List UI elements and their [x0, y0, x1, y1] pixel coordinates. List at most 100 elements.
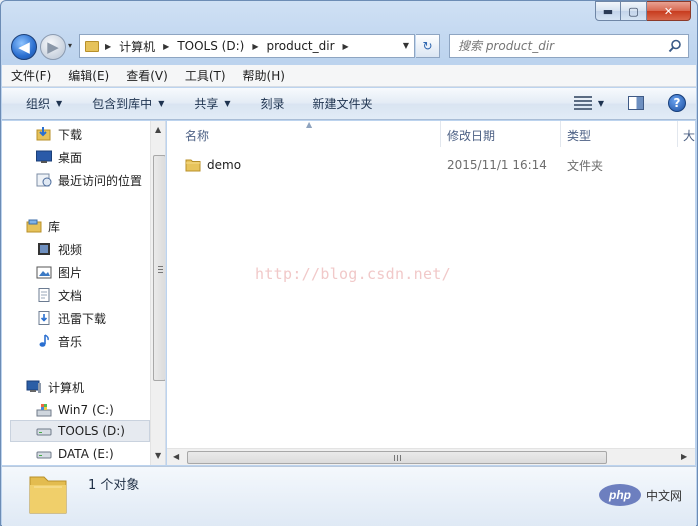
- column-divider[interactable]: [677, 121, 678, 147]
- folder-icon: [85, 40, 99, 52]
- organize-button[interactable]: 组织 ▼: [2, 95, 74, 112]
- search-box[interactable]: [449, 34, 689, 58]
- nav-item-win7-drive[interactable]: Win7 (C:): [36, 399, 165, 421]
- nav-item-label: 最近访问的位置: [58, 173, 143, 188]
- nav-item-videos[interactable]: 视频: [36, 238, 165, 260]
- scroll-thumb[interactable]: [153, 155, 165, 381]
- music-library-icon: [36, 334, 52, 348]
- search-icon[interactable]: [668, 39, 682, 53]
- thunder-download-icon: [36, 311, 52, 325]
- burn-button[interactable]: 刻录: [243, 95, 297, 112]
- video-library-icon: [36, 242, 52, 256]
- include-in-library-button[interactable]: 包含到库中 ▼: [74, 95, 176, 112]
- nav-item-documents[interactable]: 文档: [36, 284, 165, 306]
- change-view-icon[interactable]: [573, 96, 592, 110]
- nav-item-recent-places[interactable]: 最近访问的位置: [36, 169, 165, 191]
- site-label: 中文网: [646, 489, 683, 503]
- table-row[interactable]: demo 2015/11/1 16:14 文件夹: [185, 155, 665, 175]
- nav-item-label: 文档: [58, 288, 83, 303]
- column-divider[interactable]: [560, 121, 561, 147]
- column-divider[interactable]: [440, 121, 441, 147]
- folder-icon: [29, 476, 67, 514]
- nav-item-computer[interactable]: 计算机: [26, 376, 165, 398]
- back-button[interactable]: ◀: [11, 34, 37, 60]
- nav-item-pictures[interactable]: 图片: [36, 261, 165, 283]
- column-name[interactable]: 名称: [185, 127, 209, 144]
- menu-file[interactable]: 文件(F): [2, 67, 59, 84]
- organize-label: 组织: [26, 97, 51, 111]
- column-size[interactable]: 大: [683, 127, 695, 144]
- address-bar[interactable]: ▶ 计算机 ▶ TOOLS (D:) ▶ product_dir ▶ ▼: [79, 34, 415, 58]
- nav-item-label: 桌面: [58, 150, 83, 165]
- breadcrumb-separator[interactable]: ▶: [105, 42, 111, 51]
- nav-item-desktop[interactable]: 桌面: [36, 146, 165, 168]
- watermark: http://blog.csdn.net/: [255, 265, 451, 283]
- grip-icon: [394, 455, 401, 461]
- menu-view[interactable]: 查看(V): [117, 67, 176, 84]
- nav-item-label: Win7 (C:): [58, 403, 114, 417]
- recent-pages-dropdown[interactable]: ▾: [68, 41, 72, 50]
- column-modified[interactable]: 修改日期: [447, 127, 495, 144]
- explorer-window: ▬ ▢ ✕ ◀ ▶ ▾ ▶ 计算机 ▶ TOOLS (D:) ▶ product…: [0, 0, 698, 526]
- nav-item-data-drive[interactable]: DATA (E:): [36, 443, 165, 465]
- nav-vertical-scrollbar[interactable]: ▲ ▼: [150, 121, 165, 465]
- preview-pane-icon[interactable]: [628, 96, 644, 110]
- share-button[interactable]: 共享 ▼: [176, 95, 242, 112]
- new-folder-button[interactable]: 新建文件夹: [297, 95, 385, 112]
- close-button[interactable]: ✕: [647, 1, 691, 21]
- menu-edit[interactable]: 编辑(E): [59, 67, 117, 84]
- nav-item-label: DATA (E:): [58, 447, 114, 461]
- scroll-right-icon[interactable]: ▶: [681, 452, 687, 461]
- php-logo-badge: php: [599, 484, 641, 506]
- scroll-up-icon[interactable]: ▲: [155, 125, 161, 134]
- minimize-button[interactable]: ▬: [595, 1, 621, 21]
- item-count: 1 个对象: [88, 478, 140, 493]
- scroll-down-icon[interactable]: ▼: [155, 451, 161, 460]
- share-label: 共享: [194, 97, 219, 111]
- nav-item-music[interactable]: 音乐: [36, 330, 165, 352]
- breadcrumb-separator[interactable]: ▶: [252, 42, 258, 51]
- nav-item-tools-drive[interactable]: TOOLS (D:): [10, 420, 150, 442]
- breadcrumb-tools-drive[interactable]: TOOLS (D:): [177, 39, 244, 53]
- nav-item-thunder-download[interactable]: 迅雷下载: [36, 307, 165, 329]
- chevron-down-icon: ▼: [224, 99, 231, 108]
- sort-ascending-icon: ▲: [306, 120, 313, 129]
- breadcrumb-computer[interactable]: 计算机: [119, 38, 155, 55]
- search-input[interactable]: [458, 39, 658, 53]
- nav-item-label: 视频: [58, 242, 83, 257]
- file-type: 文件夹: [567, 158, 604, 173]
- nav-item-label: 图片: [58, 265, 83, 280]
- new-folder-label: 新建文件夹: [312, 97, 373, 111]
- nav-item-label: 库: [48, 219, 61, 234]
- maximize-button[interactable]: ▢: [621, 1, 647, 21]
- forward-button[interactable]: ▶: [40, 34, 66, 60]
- nav-item-downloads[interactable]: 下载: [36, 123, 165, 145]
- pictures-library-icon: [36, 265, 52, 279]
- file-horizontal-scrollbar[interactable]: ◀ ▶: [167, 448, 695, 465]
- scroll-left-icon[interactable]: ◀: [173, 452, 179, 461]
- grip-icon: [158, 266, 163, 275]
- refresh-button[interactable]: ↻: [416, 34, 440, 58]
- breadcrumb-product-dir[interactable]: product_dir: [266, 39, 334, 53]
- file-name: demo: [207, 158, 242, 172]
- help-icon[interactable]: ?: [668, 94, 686, 112]
- menu-tools[interactable]: 工具(T): [176, 67, 234, 84]
- include-in-library-label: 包含到库中: [92, 97, 153, 111]
- scroll-thumb[interactable]: [187, 451, 607, 464]
- file-list-pane: ▲ 名称 修改日期 类型 大 demo 2015/11/1 16:14 文件夹 …: [167, 120, 695, 465]
- menu-help[interactable]: 帮助(H): [234, 67, 293, 84]
- computer-icon: [26, 380, 42, 394]
- folder-icon: [185, 159, 201, 172]
- desktop-icon: [36, 150, 52, 164]
- recent-places-icon: [36, 173, 52, 187]
- address-dropdown[interactable]: ▼: [403, 41, 409, 50]
- details-pane: 1 个对象: [2, 466, 696, 526]
- breadcrumb-separator[interactable]: ▶: [343, 42, 349, 51]
- nav-item-libraries[interactable]: 库: [26, 215, 165, 237]
- breadcrumb: ▶ 计算机 ▶ TOOLS (D:) ▶ product_dir ▶: [105, 38, 357, 55]
- nav-item-label: 计算机: [48, 380, 85, 395]
- column-type[interactable]: 类型: [567, 127, 591, 144]
- breadcrumb-separator[interactable]: ▶: [163, 42, 169, 51]
- nav-item-label: 下载: [58, 127, 83, 142]
- view-options-dropdown[interactable]: ▼: [598, 99, 604, 108]
